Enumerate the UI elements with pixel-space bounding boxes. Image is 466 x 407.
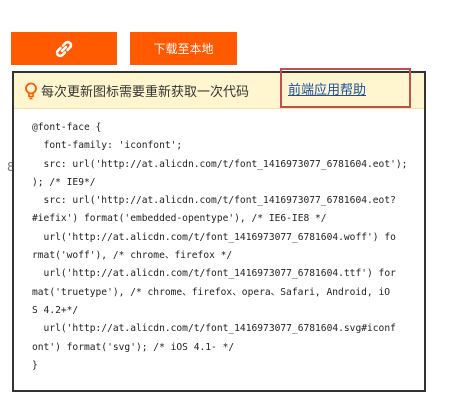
code-line: S 4.2+*/ bbox=[32, 304, 79, 316]
frontend-help-link[interactable]: 前端应用帮助 bbox=[288, 79, 366, 98]
code-line: src: url('http://at.alicdn.com/t/font_14… bbox=[32, 158, 408, 170]
code-panel: 每次更新图标需要重新获取一次代码 前端应用帮助 @font-face { fon… bbox=[12, 68, 426, 392]
code-line: font-family: 'iconfont'; bbox=[32, 140, 183, 152]
code-line: url('http://at.alicdn.com/t/font_1416973… bbox=[32, 231, 396, 243]
code-line: @font-face { bbox=[32, 122, 102, 133]
code-line: rmat('woff'), /* chrome、firefox */ bbox=[32, 250, 233, 262]
code-line: ); /* IE9*/ bbox=[32, 176, 96, 188]
link-icon bbox=[55, 40, 73, 57]
tip-bar: 每次更新图标需要重新获取一次代码 前端应用帮助 bbox=[14, 68, 424, 109]
tip-text: 每次更新图标需要重新获取一次代码 bbox=[41, 85, 250, 100]
lightbulb-icon bbox=[25, 82, 37, 99]
code-line: ont') format('svg'); /* iOS 4.1- */ bbox=[32, 341, 235, 353]
copy-link-button[interactable] bbox=[11, 32, 117, 65]
code-line: } bbox=[32, 359, 38, 371]
code-line: mat('truetype'), /* chrome、firefox、opera… bbox=[32, 286, 391, 298]
code-line: url('http://at.alicdn.com/t/font_1416973… bbox=[32, 268, 396, 280]
code-line: src: url('http://at.alicdn.com/t/font_14… bbox=[32, 195, 396, 207]
font-face-code: @font-face { font-family: 'iconfont'; sr… bbox=[32, 119, 414, 375]
download-local-button[interactable]: 下载至本地 bbox=[130, 32, 237, 65]
iconfont-code-page: 下载至本地 8 每次更新图标需要重新获取一次代码 前端应用帮助 @font-fa… bbox=[0, 0, 466, 407]
code-line: url('http://at.alicdn.com/t/font_1416973… bbox=[32, 323, 396, 335]
download-local-label: 下载至本地 bbox=[153, 42, 214, 56]
code-line: #iefix') format('embedded-opentype'), /*… bbox=[32, 213, 327, 225]
help-link-highlight: 前端应用帮助 bbox=[280, 68, 411, 108]
